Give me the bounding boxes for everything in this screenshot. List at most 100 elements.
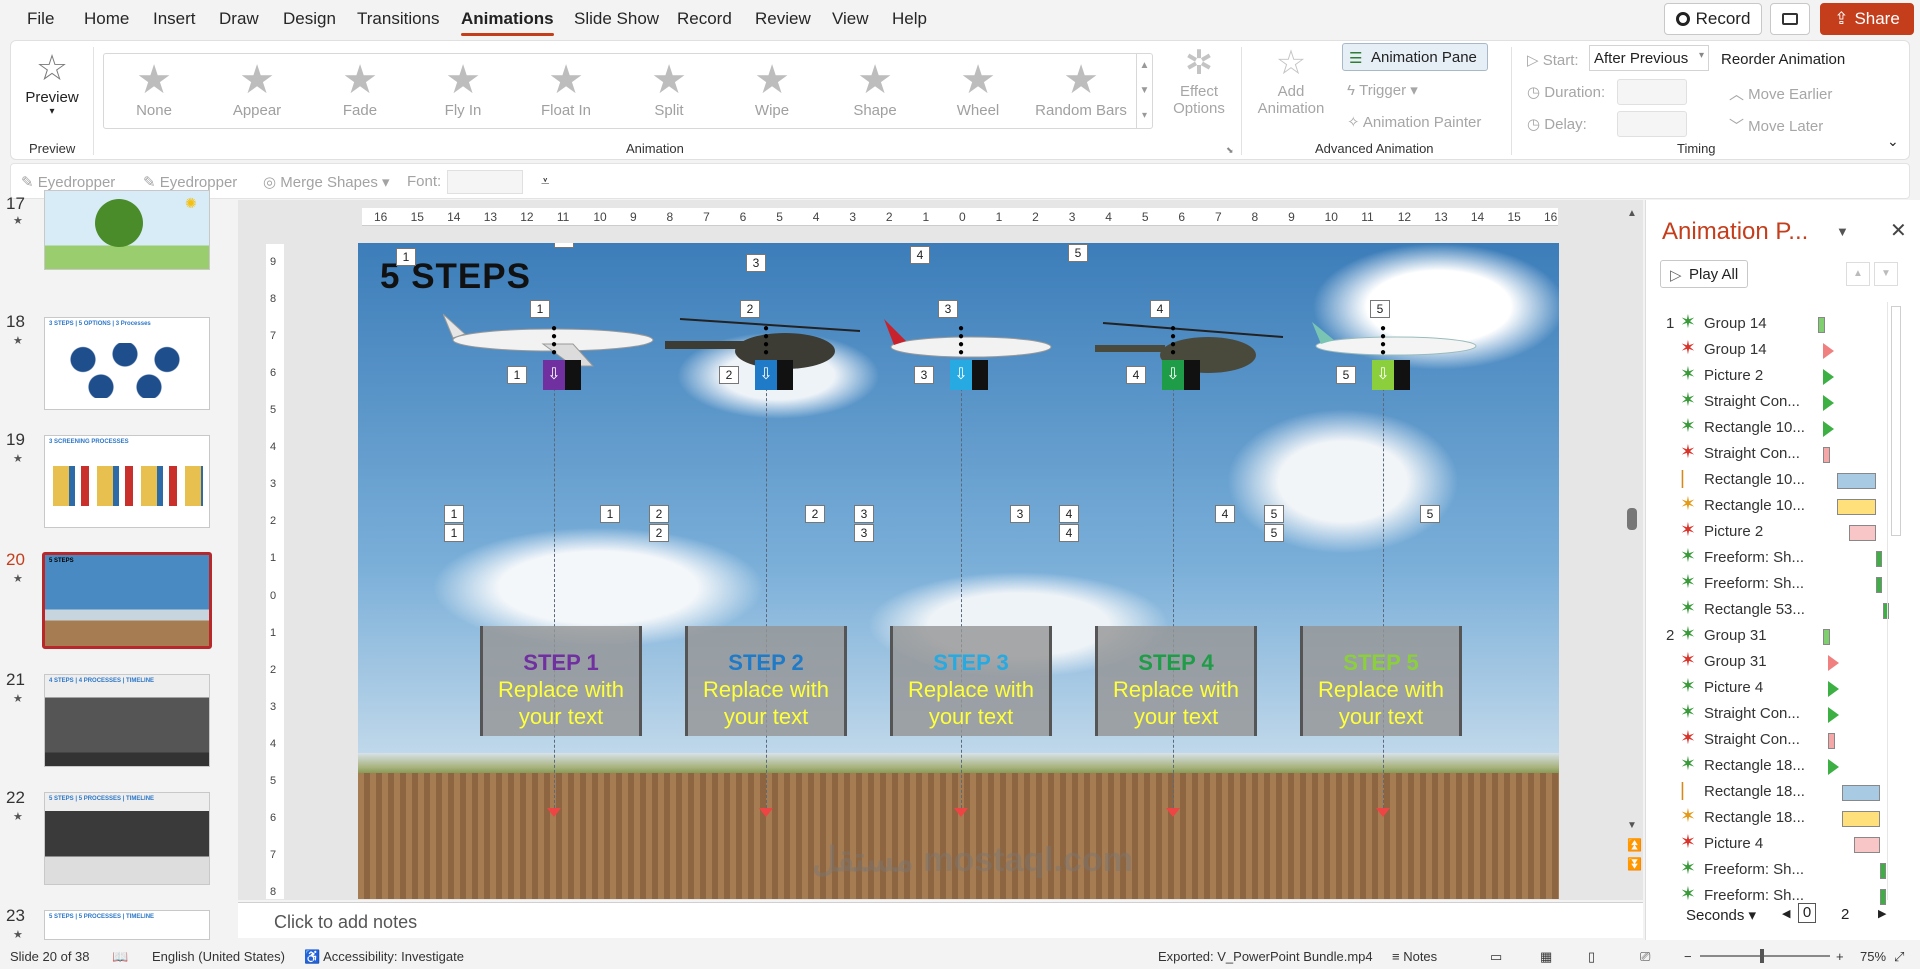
collapse-ribbon-icon[interactable]: ⌄ bbox=[1887, 133, 1899, 150]
timeline-bar[interactable] bbox=[1837, 499, 1876, 515]
animation-list-item[interactable]: ✶ Picture 4 bbox=[1666, 832, 1894, 856]
editor-scrollbar-thumb[interactable] bbox=[1627, 508, 1637, 530]
slideshow-icon[interactable]: ⎚ bbox=[1640, 949, 1650, 965]
animation-order-tag[interactable]: 5 bbox=[1264, 524, 1284, 542]
move-later-button[interactable]: ﹀ Move Later bbox=[1729, 115, 1823, 136]
animation-order-tag[interactable]: 4 bbox=[1150, 300, 1170, 318]
gallery-scroll-down[interactable]: ▼ bbox=[1136, 79, 1152, 104]
spellcheck-icon[interactable]: 📖 bbox=[112, 949, 128, 965]
timeline-bar[interactable] bbox=[1837, 473, 1876, 489]
animation-order-tag[interactable]: 3 bbox=[746, 254, 766, 272]
animation-list-item[interactable]: ✶ Straight Con... bbox=[1666, 702, 1894, 726]
animation-order-tag[interactable]: 2 bbox=[554, 243, 574, 248]
animation-order-tag[interactable]: 4 bbox=[1059, 524, 1079, 542]
slide-thumbnail-17[interactable]: ✺ bbox=[44, 190, 210, 270]
animation-list-item[interactable]: 2 ✶ Group 31 bbox=[1666, 624, 1894, 648]
animation-order-tag[interactable]: 5 bbox=[1370, 300, 1390, 318]
timeline-bar[interactable] bbox=[1818, 317, 1826, 333]
fit-to-window-icon[interactable]: ⤢ bbox=[1894, 949, 1904, 965]
animation-order-tag[interactable]: 5 bbox=[1068, 244, 1088, 262]
animation-list-item[interactable]: ✶ Group 14 bbox=[1666, 338, 1894, 362]
animation-order-tag[interactable]: 3 bbox=[854, 505, 874, 523]
timeline-bar[interactable] bbox=[1822, 447, 1830, 463]
zoom-in-icon[interactable]: + bbox=[1836, 949, 1844, 964]
animation-list-item[interactable]: ✶ Freeform: Sh... bbox=[1666, 572, 1894, 596]
slide-thumbnail-19[interactable]: 3 SCREENING PROCESSES bbox=[44, 435, 210, 528]
animation-list-item[interactable]: ✶ Rectangle 18... bbox=[1666, 806, 1894, 830]
timeline-bar[interactable] bbox=[1827, 759, 1839, 775]
pane-options-icon[interactable]: ▼ bbox=[1836, 224, 1849, 239]
animation-order-tag[interactable]: 3 bbox=[1010, 505, 1030, 523]
animation-list-item[interactable]: ✶ Picture 2 bbox=[1666, 364, 1894, 388]
record-button[interactable]: Record bbox=[1664, 3, 1762, 35]
animation-order-tag[interactable]: 2 bbox=[649, 505, 669, 523]
animation-list-item[interactable]: ✶ Rectangle 10... bbox=[1666, 494, 1894, 518]
slide-sorter-icon[interactable]: ▦ bbox=[1540, 949, 1552, 965]
effect-options-button[interactable]: ✲ Effect Options bbox=[1164, 43, 1234, 117]
reading-view-icon[interactable]: ▯ bbox=[1588, 949, 1595, 965]
animation-list-item[interactable]: ✶ Picture 2 bbox=[1666, 520, 1894, 544]
play-all-button[interactable]: ▷ Play All bbox=[1660, 260, 1748, 288]
notes-area[interactable]: Click to add notes bbox=[238, 902, 1643, 938]
animation-list-item[interactable]: | Rectangle 10... bbox=[1666, 468, 1894, 492]
animation-list-item[interactable]: ✶ Freeform: Sh... bbox=[1666, 858, 1894, 882]
menu-file[interactable]: File bbox=[27, 9, 54, 29]
normal-view-icon[interactable]: ▭ bbox=[1490, 949, 1502, 965]
animation-order-tag[interactable]: 1 bbox=[530, 300, 550, 318]
gallery-expand[interactable]: ▾ bbox=[1136, 104, 1152, 129]
animation-order-tag[interactable]: 5 bbox=[1264, 505, 1284, 523]
menu-design[interactable]: Design bbox=[283, 9, 336, 29]
move-earlier-button[interactable]: ︿ Move Earlier bbox=[1729, 83, 1832, 104]
animation-order-tag[interactable]: 4 bbox=[1126, 366, 1146, 384]
slide-thumbnail-22[interactable]: 5 STEPS | 5 PROCESSES | TIMELINE bbox=[44, 792, 210, 885]
eyedropper-button[interactable]: ✎ Eyedropper bbox=[21, 173, 115, 191]
zoom-slider[interactable] bbox=[1700, 949, 1830, 963]
seconds-dropdown[interactable]: Seconds ▾ bbox=[1686, 906, 1756, 924]
menu-record[interactable]: Record bbox=[677, 9, 732, 29]
scroll-up-icon[interactable]: ▲ bbox=[1627, 208, 1637, 219]
animation-pane-scrollbar[interactable] bbox=[1887, 302, 1904, 900]
slide-canvas[interactable]: 5 STEPS ● ● ● ● ⇩ STEP 1 Replace with your t… bbox=[358, 243, 1559, 899]
anim-wheel[interactable]: ★ Wheel bbox=[928, 58, 1028, 126]
animation-list-item[interactable]: ✶ Rectangle 53... bbox=[1666, 598, 1894, 622]
step-marker[interactable]: ⇩ bbox=[1372, 360, 1410, 390]
animation-order-tag[interactable]: 4 bbox=[1059, 505, 1079, 523]
menu-transitions[interactable]: Transitions bbox=[357, 9, 440, 29]
anim-wipe[interactable]: ★ Wipe bbox=[722, 58, 822, 126]
timeline-bar[interactable] bbox=[1822, 343, 1834, 359]
animation-order-tag[interactable]: 1 bbox=[507, 366, 527, 384]
duration-spinner[interactable] bbox=[1617, 79, 1687, 105]
animation-order-tag[interactable]: 2 bbox=[719, 366, 739, 384]
animation-list-item[interactable]: ✶ Freeform: Sh... bbox=[1666, 546, 1894, 570]
timeline-bar[interactable] bbox=[1880, 863, 1887, 879]
customize-toolbar-icon[interactable]: ⩡ bbox=[541, 173, 549, 190]
animation-order-tag[interactable]: 1 bbox=[600, 505, 620, 523]
slide-thumbnail-18[interactable]: 3 STEPS | 5 OPTIONS | 3 Processes bbox=[44, 317, 210, 410]
animation-list-item[interactable]: ✶ Straight Con... bbox=[1666, 728, 1894, 752]
step-box[interactable]: STEP 1 Replace with your text bbox=[480, 626, 642, 736]
timeline-bar[interactable] bbox=[1822, 629, 1830, 645]
menu-home[interactable]: Home bbox=[84, 9, 129, 29]
step-marker[interactable]: ⇩ bbox=[1162, 360, 1200, 390]
animation-order-tag[interactable]: 5 bbox=[1420, 505, 1440, 523]
delay-spinner[interactable] bbox=[1617, 111, 1687, 137]
menu-draw[interactable]: Draw bbox=[219, 9, 259, 29]
timeline-bar[interactable] bbox=[1875, 551, 1882, 567]
anim-appear[interactable]: ★ Appear bbox=[207, 58, 307, 126]
eyedropper-button-2[interactable]: ✎ Eyedropper bbox=[143, 173, 237, 191]
animation-order-tag[interactable]: 1 bbox=[444, 524, 464, 542]
share-button[interactable]: ⇪ Share bbox=[1820, 3, 1914, 35]
notes-toggle[interactable]: ≡ Notes bbox=[1392, 949, 1437, 964]
animation-list-item[interactable]: ✶ Rectangle 10... bbox=[1666, 416, 1894, 440]
pane-scroll-thumb[interactable] bbox=[1891, 306, 1901, 536]
animation-order-tag[interactable]: 2 bbox=[805, 505, 825, 523]
animation-pane-button[interactable]: ☰ Animation Pane bbox=[1342, 43, 1488, 71]
move-up-icon[interactable]: ▲ bbox=[1846, 262, 1870, 286]
add-animation-button[interactable]: ☆ Add Animation bbox=[1251, 43, 1331, 117]
font-select[interactable] bbox=[447, 170, 523, 194]
scroll-down-icon[interactable]: ▼ bbox=[1627, 820, 1637, 831]
merge-shapes-button[interactable]: ◎ Merge Shapes ▾ bbox=[263, 173, 390, 191]
anim-float-in[interactable]: ★ Float In bbox=[516, 58, 616, 126]
language-status[interactable]: English (United States) bbox=[152, 949, 285, 964]
timeline-right-icon[interactable]: ▶ bbox=[1878, 907, 1886, 920]
